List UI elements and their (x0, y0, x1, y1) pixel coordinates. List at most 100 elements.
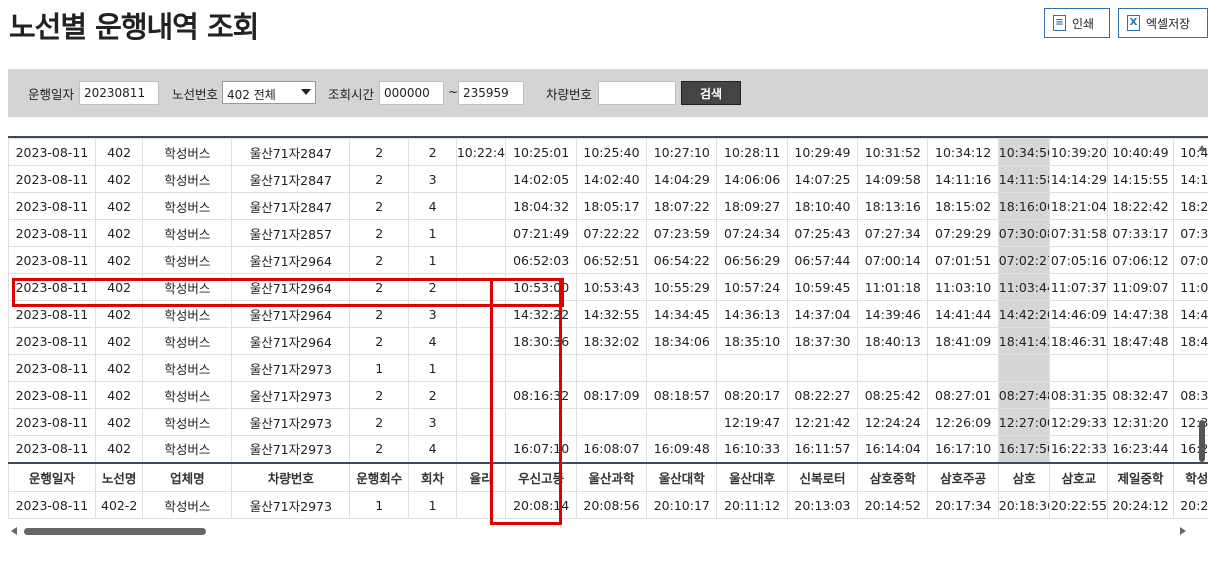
vertical-scrollbar[interactable] (1196, 145, 1208, 462)
table-row[interactable]: 2023-08-11 402 학성버스 울산71자2847 2 3 14:02:05 14:0… (8, 165, 1208, 193)
table-row[interactable]: 2023-08-11 402 학성버스 울산71자2847 2 4 18:04:32 18:0… (8, 192, 1208, 220)
table-cell: 11:03:44 (997, 273, 1051, 301)
table-cell: 4 (408, 192, 457, 220)
chevron-down-icon (301, 89, 311, 95)
table-row[interactable]: 2023-08-11 402 학성버스 울산71자2964 2 2 10:53:00 10:5… (8, 273, 1208, 301)
column-header[interactable]: 차량번호 (231, 461, 351, 492)
table-row[interactable]: 2023-08-11 402 학성버스 울산71자2973 1 1 (8, 354, 1208, 382)
table-cell: 07:21:49 (505, 219, 577, 247)
table-cell: 16:22:33 (1049, 435, 1109, 463)
column-header[interactable]: 노선명 (94, 461, 144, 492)
table-cell: 10:27:10 (646, 138, 718, 166)
table-cell: 14:02:40 (575, 165, 648, 193)
column-header[interactable]: 삼호교 (1049, 461, 1109, 492)
horizontal-scrollbar[interactable] (8, 525, 1198, 537)
column-header[interactable]: 신복로터 (786, 461, 859, 492)
table-row[interactable]: 2023-08-11 402 학성버스 울산71자2973 2 3 12:19:47 12:2… (8, 408, 1208, 436)
table-cell: 2 (408, 381, 457, 409)
table-cell: 18:46:31 (1049, 327, 1109, 355)
table-cell: 4 (408, 435, 457, 463)
table-row[interactable]: 2023-08-11 402 학성버스 울산71자2964 2 4 18:30:36 18:3… (8, 327, 1208, 355)
table-cell: 10:25:40 (575, 138, 648, 166)
table-cell (455, 192, 507, 220)
table-cell: 2023-08-11 (8, 300, 96, 328)
table-cell: 18:30:36 (505, 327, 577, 355)
table-row[interactable]: 2023-08-11 402 학성버스 울산71자2964 2 3 14:32:22 14:3… (8, 300, 1208, 328)
column-header[interactable]: 운행회수 (349, 461, 410, 492)
column-header[interactable]: 울산대후 (716, 461, 788, 492)
table-cell: 10:29:49 (786, 138, 859, 166)
vehicle-label: 차량번호 (546, 87, 593, 102)
column-header[interactable]: 회차 (408, 461, 457, 492)
table-cell (646, 354, 718, 382)
table-cell: 2 (349, 435, 410, 463)
column-header[interactable]: 운행일자 (8, 461, 96, 492)
table-cell: 16:17:10 (927, 435, 999, 463)
table-cell: 10:57:24 (716, 273, 788, 301)
table-cell: 20:11:12 (716, 491, 788, 519)
route-select[interactable]: 402 전체 (222, 81, 316, 104)
table-cell: 10:40:49 (1107, 138, 1174, 166)
table-row[interactable]: 2023-08-11 402 학성버스 울산71자2973 2 2 08:16:32 08:1… (8, 381, 1208, 409)
column-header[interactable]: 삼호주공 (927, 461, 999, 492)
table-cell: 08:31:35 (1049, 381, 1109, 409)
column-header[interactable]: 율리 (455, 461, 507, 492)
table-cell: 07:01:51 (927, 246, 999, 274)
table-cell: 08:27:01 (927, 381, 999, 409)
column-header[interactable]: 울산과학 (575, 461, 648, 492)
table-cell: 20:18:36 (997, 491, 1051, 519)
table-cell: 울산71자2973 (231, 381, 351, 409)
table-cell: 08:32:47 (1107, 381, 1174, 409)
column-header[interactable]: 삼호중학 (857, 461, 929, 492)
table-cell (1049, 354, 1109, 382)
table-row[interactable]: 2023-08-11 402 학성버스 울산71자2973 2 4 16:07:10 16:0… (8, 435, 1208, 463)
table-cell: 402 (94, 435, 144, 463)
table-cell (455, 354, 507, 382)
vehicle-input[interactable] (598, 81, 676, 105)
table-cell: 18:41:09 (927, 327, 999, 355)
table-cell (455, 273, 507, 301)
time-from-input[interactable] (379, 81, 444, 105)
table-cell: 402 (94, 273, 144, 301)
excel-save-button[interactable]: X 엑셀저장 (1118, 8, 1208, 38)
table-cell: 07:33:17 (1107, 219, 1174, 247)
column-header[interactable]: 우신고등 (505, 461, 577, 492)
vertical-scroll-thumb[interactable] (1199, 420, 1205, 462)
scroll-up-arrow-icon[interactable] (1198, 145, 1206, 151)
scroll-right-arrow-icon[interactable] (1180, 527, 1186, 535)
scroll-left-arrow-icon[interactable] (11, 527, 17, 535)
range-tilde: ~ (448, 85, 459, 99)
table-cell: 울산71자2973 (231, 354, 351, 382)
table-cell: 학성버스 (142, 192, 233, 220)
table-cell: 3 (408, 408, 457, 436)
table-cell: 학성버스 (142, 165, 233, 193)
table-cell: 14:07:25 (786, 165, 859, 193)
column-header[interactable]: 울산대학 (646, 461, 718, 492)
table-row[interactable]: 2023-08-11402학성버스울산71자28472210:22:4910:2… (8, 138, 1208, 166)
table-cell: 08:17:09 (575, 381, 648, 409)
table-row[interactable]: 2023-08-11 402-2 학성버스 울산71자2973 1 1 20:08:14 20… (8, 491, 1208, 519)
table-cell: 2023-08-11 (8, 354, 96, 382)
table-cell: 08:25:42 (857, 381, 929, 409)
search-button[interactable]: 검색 (681, 81, 741, 105)
table-cell: 16:09:48 (646, 435, 718, 463)
table-row[interactable]: 2023-08-11 402 학성버스 울산71자2857 2 1 07:21:49 07:2… (8, 219, 1208, 247)
horizontal-scroll-thumb[interactable] (24, 528, 206, 535)
table-cell (505, 354, 577, 382)
date-input[interactable] (79, 81, 159, 105)
column-header[interactable]: 제일중학 (1107, 461, 1174, 492)
column-header[interactable]: 학성여중 (1172, 461, 1208, 492)
table-cell: 2023-08-11 (8, 165, 96, 193)
time-to-input[interactable] (458, 81, 524, 105)
column-header[interactable]: 업체명 (142, 461, 233, 492)
table-row[interactable]: 2023-08-11 402 학성버스 울산71자2964 2 1 06:52:03 06:5… (8, 246, 1208, 274)
table-cell: 12:21:42 (786, 408, 859, 436)
route-label: 노선번호 (172, 87, 219, 102)
table-cell: 2 (408, 138, 457, 166)
table-cell: 2 (408, 273, 457, 301)
column-header[interactable]: 삼호 (997, 461, 1051, 492)
table-cell: 11:07:37 (1049, 273, 1109, 301)
table-cell: 16:14:04 (857, 435, 929, 463)
table-cell: 학성버스 (142, 327, 233, 355)
print-button[interactable]: ≡ 인쇄 (1044, 8, 1110, 38)
